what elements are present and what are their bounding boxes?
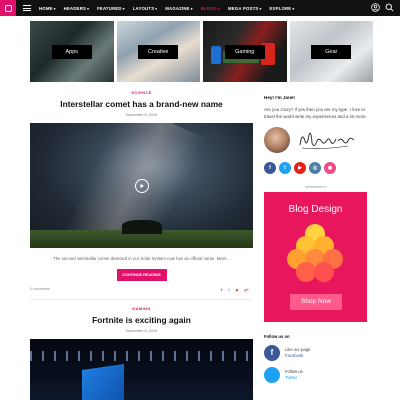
controller-image: [211, 46, 221, 64]
share-facebook-icon[interactable]: f: [221, 287, 222, 292]
share-google-plus-icon[interactable]: g+: [244, 287, 249, 292]
advertisement-banner[interactable]: Blog Design Shop Now: [264, 191, 367, 322]
follow-heading: Follow us on: [264, 333, 290, 339]
twitter-follow[interactable]: Follow us Twitter: [264, 366, 367, 383]
post-featured-video[interactable]: [30, 123, 253, 248]
post-excerpt: The second interstellar comet detected i…: [53, 256, 230, 261]
post-meta: 0 comments f t p g+: [30, 287, 253, 295]
chevron-down-icon: ▾: [190, 6, 193, 11]
facebook-icon[interactable]: f: [264, 344, 280, 361]
menu-item-label: LAYOUTS: [132, 5, 155, 11]
facebook-follow-line2[interactable]: Facebook: [285, 353, 310, 359]
shop-now-button[interactable]: Shop Now: [290, 293, 342, 310]
about-text: Are you crazy? If yes then you are my ty…: [264, 107, 367, 120]
chevron-down-icon: ▾: [122, 6, 125, 11]
menu-item-label: EXPLORE: [269, 5, 292, 11]
category-tile-label: Gear: [311, 44, 352, 59]
menu-item-explore[interactable]: EXPLORE▾: [269, 6, 294, 11]
user-icon[interactable]: [371, 3, 380, 12]
chevron-down-icon: ▾: [155, 6, 158, 11]
search-icon[interactable]: [385, 3, 394, 12]
menu-item-label: HOME: [39, 5, 53, 11]
category-tile-apps[interactable]: Apps: [30, 21, 114, 82]
chevron-down-icon: ▾: [218, 6, 220, 11]
play-icon[interactable]: [134, 178, 149, 193]
menu-item-home[interactable]: HOME▾: [39, 6, 56, 11]
sidebar: Hey! I'm Jane! Are you crazy? If yes the…: [264, 95, 367, 383]
chevron-down-icon: ▾: [87, 6, 90, 11]
stage-screen-image: [82, 364, 124, 400]
menu-item-headers[interactable]: HEADERS▾: [64, 6, 89, 11]
post-list: SCIENCE Interstellar comet has a brand-n…: [30, 90, 253, 400]
trees-image: [122, 220, 162, 234]
post-title[interactable]: Fortnite is exciting again: [30, 315, 253, 325]
share-twitter-icon[interactable]: t: [228, 287, 229, 292]
twitter-icon[interactable]: [264, 366, 280, 383]
social-links: f t ▶ ◎ ◉: [264, 161, 367, 174]
menu-item-label: MEGA POSTS: [227, 5, 259, 11]
post-title[interactable]: Interstellar comet has a brand-new name: [30, 99, 253, 109]
facebook-follow-line1: Like our page: [285, 346, 311, 352]
avatar: [264, 126, 290, 153]
menu-item-label: MAGAZINE: [165, 5, 190, 11]
category-tile-gaming[interactable]: Gaming: [203, 21, 287, 82]
top-navigation-bar: HOME▾ HEADERS▾ FEATURED▾ LAYOUTS▾ MAGAZI…: [0, 0, 400, 16]
category-tile-creative[interactable]: Creative: [116, 21, 200, 82]
comments-count[interactable]: 0 comments: [30, 287, 50, 291]
advertisement-label: - Advertisement -: [303, 184, 328, 189]
post-date: November 6, 2019: [125, 113, 158, 117]
facebook-icon[interactable]: f: [264, 161, 276, 174]
signature-image: [299, 132, 355, 149]
menu-item-featured[interactable]: FEATURED▾: [97, 6, 125, 11]
menu-item-layouts[interactable]: LAYOUTS▾: [133, 6, 158, 11]
logo-icon[interactable]: [0, 0, 16, 16]
menu-item-magazine[interactable]: MAGAZINE▾: [165, 6, 192, 11]
post-category[interactable]: SCIENCE: [30, 90, 253, 95]
twitter-follow-line2[interactable]: Twitter: [285, 375, 303, 381]
category-tiles: Apps Creative Gaming Gear: [30, 21, 373, 82]
share-buttons: f t p g+: [221, 287, 249, 292]
dribbble-icon[interactable]: ◉: [324, 161, 336, 174]
hamburger-icon[interactable]: [23, 5, 31, 11]
youtube-icon[interactable]: ▶: [294, 161, 306, 174]
category-tile-label: Apps: [51, 44, 92, 59]
menu-item-mega-posts[interactable]: MEGA POSTS▾: [228, 6, 261, 11]
post-date: November 6, 2019: [125, 329, 158, 333]
facebook-follow[interactable]: f Like our page Facebook: [264, 344, 367, 361]
twitter-icon[interactable]: t: [279, 161, 291, 174]
twitter-follow-line1: Follow us: [285, 368, 303, 374]
post-category[interactable]: GAMING: [30, 306, 253, 311]
continue-reading-button[interactable]: CONTINUE READING: [116, 269, 167, 281]
chevron-down-icon: ▾: [292, 6, 295, 11]
instagram-icon[interactable]: ◎: [309, 161, 321, 174]
menu-item-label: FEATURED: [97, 5, 122, 11]
chevron-down-icon: ▾: [259, 6, 262, 11]
chevron-down-icon: ▾: [53, 6, 56, 11]
menu-item-label: HEADERS: [63, 5, 87, 11]
category-tile-label: Creative: [138, 44, 179, 59]
menu-item-label: BLOGS: [200, 5, 217, 11]
stage-lights-image: [30, 351, 253, 361]
main-menu: HOME▾ HEADERS▾ FEATURED▾ LAYOUTS▾ MAGAZI…: [39, 6, 302, 11]
menu-item-blogs[interactable]: BLOGS▾: [201, 6, 220, 11]
about-heading: Hey! I'm Jane!: [264, 95, 295, 100]
divider: [30, 299, 253, 300]
category-tile-label: Gaming: [224, 44, 265, 59]
share-pinterest-icon[interactable]: p: [236, 287, 238, 292]
category-tile-gear[interactable]: Gear: [289, 21, 373, 82]
post-featured-image[interactable]: [30, 339, 253, 400]
